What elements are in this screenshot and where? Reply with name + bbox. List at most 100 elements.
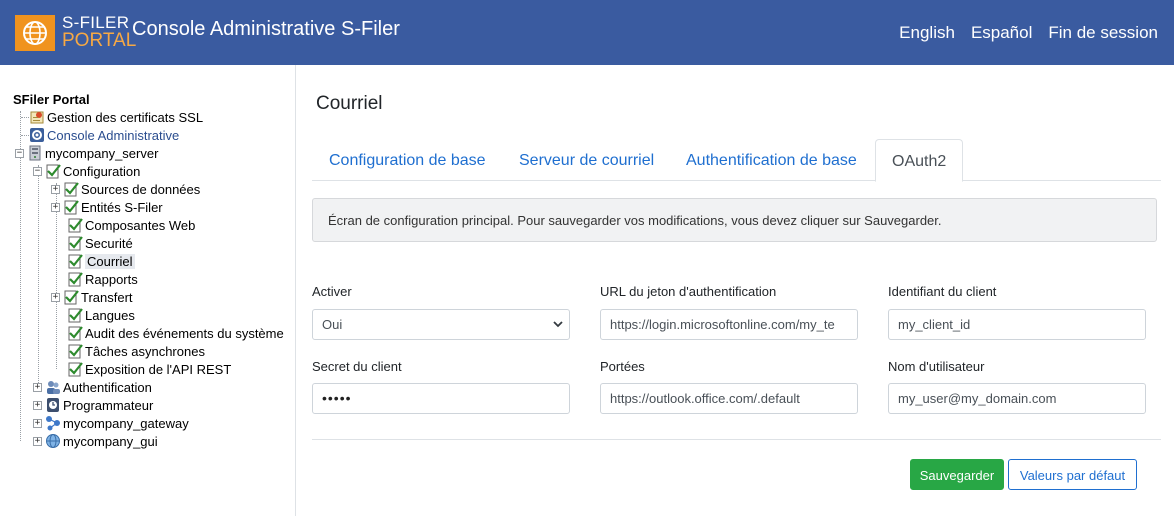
expand-toggle[interactable]: + [51, 292, 60, 302]
url-jeton-input[interactable]: https://login.microsoftonline.com/my_te [600, 309, 858, 340]
save-button[interactable]: Sauvegarder [910, 459, 1004, 490]
tree-item-label: Entités S-Filer [81, 199, 163, 215]
check-doc-icon [67, 361, 83, 377]
tree-item-label: mycompany_gateway [63, 415, 189, 431]
tree-item-programmateur[interactable]: + Programmateur [33, 396, 153, 414]
collapse-toggle[interactable]: − [33, 166, 42, 176]
top-nav: English Español Fin de session [899, 23, 1158, 43]
tree-item-label: mycompany_gui [63, 433, 158, 449]
tree-item-label: Courriel [85, 253, 135, 269]
secret-input[interactable]: ••••• [312, 383, 570, 414]
sidebar-tree: SFiler Portal Gestion des certificats SS… [0, 65, 296, 516]
tree-item-label: Audit des événements du système [85, 325, 284, 341]
tree-item-console[interactable]: Console Administrative [29, 126, 179, 144]
tree-item-label: Sources de données [81, 181, 201, 197]
tab-bar: Configuration de base Serveur de courrie… [312, 139, 1161, 182]
activer-select[interactable]: Oui [312, 309, 570, 340]
check-doc-icon [63, 289, 79, 305]
tree-root[interactable]: SFiler Portal [13, 92, 90, 107]
tree-item-langues[interactable]: Langues [67, 306, 135, 324]
tab-configuration-de-base[interactable]: Configuration de base [329, 139, 486, 181]
tree-item-composantes[interactable]: Composantes Web [67, 216, 195, 234]
check-doc-icon [67, 271, 83, 287]
tree-item-gui[interactable]: + mycompany_gui [33, 432, 158, 450]
gear-icon [29, 127, 45, 143]
url-jeton-label: URL du jeton d'authentification [600, 284, 777, 299]
username-input[interactable]: my_user@my_domain.com [888, 383, 1146, 414]
page-title: Courriel [316, 93, 383, 114]
check-doc-icon [67, 235, 83, 251]
check-doc-icon [67, 253, 83, 269]
check-doc-icon [67, 307, 83, 323]
tree-item-label: Langues [85, 307, 135, 323]
tree-item-transfert[interactable]: + Transfert [51, 288, 133, 306]
tree-item-authentification[interactable]: + Authentification [33, 378, 152, 396]
tree-item-label: Transfert [81, 289, 133, 305]
tree-item-label: Exposition de l'API REST [85, 361, 232, 377]
expand-toggle[interactable]: + [33, 418, 42, 428]
tree-item-label: Programmateur [63, 397, 154, 413]
username-label: Nom d'utilisateur [888, 359, 985, 374]
lang-espanol-link[interactable]: Español [971, 23, 1032, 43]
tab-serveur-de-courriel[interactable]: Serveur de courriel [519, 139, 654, 181]
top-bar: S-FILER PORTAL Console Administrative S-… [0, 0, 1174, 65]
client-id-label: Identifiant du client [888, 284, 997, 299]
tree-item-rapports[interactable]: Rapports [67, 270, 138, 288]
check-doc-icon [63, 199, 79, 215]
tree-item-label: Gestion des certificats SSL [47, 109, 204, 125]
lang-english-link[interactable]: English [899, 23, 955, 43]
tree-item-label: Rapports [85, 271, 138, 287]
check-doc-icon [67, 325, 83, 341]
tree-item-label: Authentification [63, 379, 152, 395]
activer-value: Oui [322, 317, 343, 332]
info-alert: Écran de configuration principal. Pour s… [312, 198, 1157, 242]
app-logo: S-FILER PORTAL [15, 14, 136, 51]
tree-item-taches[interactable]: Tâches asynchrones [67, 342, 205, 360]
logout-link[interactable]: Fin de session [1048, 23, 1158, 43]
activer-label: Activer [312, 284, 352, 299]
tree-item-label: Tâches asynchrones [85, 343, 205, 359]
tab-authentification-de-base[interactable]: Authentification de base [686, 139, 857, 181]
tree-item-gateway[interactable]: + mycompany_gateway [33, 414, 189, 432]
tree-item-entites[interactable]: + Entités S-Filer [51, 198, 163, 216]
check-doc-icon [45, 163, 61, 179]
tree-item-configuration[interactable]: − Configuration [33, 162, 140, 180]
portees-label: Portées [600, 359, 645, 374]
tree-item-label: Configuration [63, 163, 141, 179]
tree-item-label: mycompany_server [45, 145, 159, 161]
tree-item-label: Composantes Web [85, 217, 196, 233]
expand-toggle[interactable]: + [51, 184, 60, 194]
expand-toggle[interactable]: + [33, 382, 42, 392]
clock-icon [45, 397, 61, 413]
certificate-icon [29, 109, 45, 125]
collapse-toggle[interactable]: − [15, 148, 24, 158]
tree-item-audit[interactable]: Audit des événements du système [67, 324, 284, 342]
tree-item-server[interactable]: − mycompany_server [15, 144, 158, 162]
check-doc-icon [67, 217, 83, 233]
tree-item-ssl[interactable]: Gestion des certificats SSL [29, 108, 203, 126]
server-icon [27, 145, 43, 161]
tree-item-label: Securité [85, 235, 133, 251]
app-title: Console Administrative S-Filer [132, 18, 400, 40]
form-divider [312, 439, 1161, 440]
expand-toggle[interactable]: + [33, 436, 42, 446]
tree-item-api-rest[interactable]: Exposition de l'API REST [67, 360, 231, 378]
logo-text-bottom: PORTAL [62, 30, 137, 51]
chevron-down-icon [552, 316, 564, 335]
tab-oauth2[interactable]: OAuth2 [875, 139, 964, 182]
network-icon [45, 415, 61, 431]
check-doc-icon [63, 181, 79, 197]
globe-logo-icon [15, 15, 55, 51]
expand-toggle[interactable]: + [33, 400, 42, 410]
expand-toggle[interactable]: + [51, 202, 60, 212]
defaults-button[interactable]: Valeurs par défaut [1008, 459, 1137, 490]
globe-icon [45, 433, 61, 449]
client-id-input[interactable]: my_client_id [888, 309, 1146, 340]
portees-input[interactable]: https://outlook.office.com/.default [600, 383, 858, 414]
tree-item-securite[interactable]: Securité [67, 234, 133, 252]
tree-item-courriel[interactable]: Courriel [67, 252, 135, 270]
check-doc-icon [67, 343, 83, 359]
secret-label: Secret du client [312, 359, 402, 374]
users-icon [45, 379, 61, 395]
tree-item-sources[interactable]: + Sources de données [51, 180, 200, 198]
